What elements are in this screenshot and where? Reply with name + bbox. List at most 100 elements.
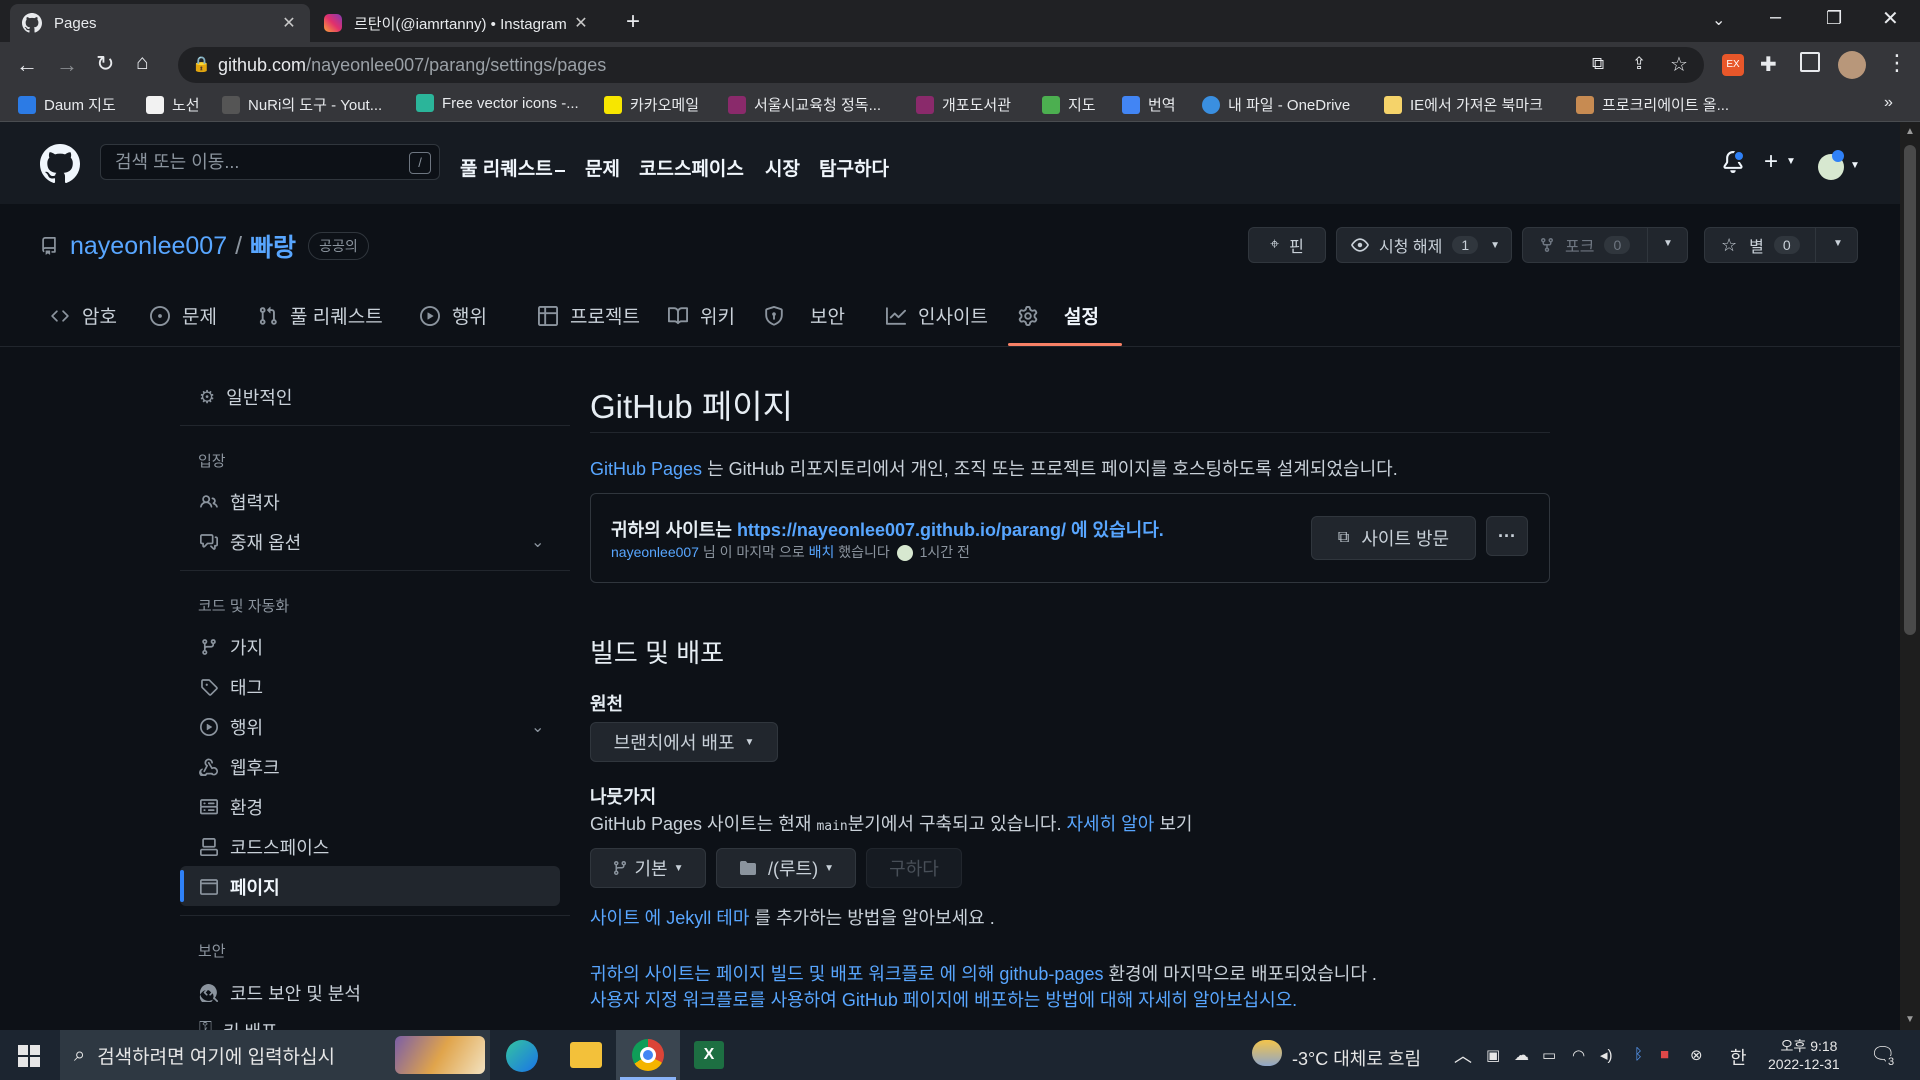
tab-search-chevron-icon[interactable]: ⌄ <box>1712 10 1725 30</box>
nav-explore[interactable]: 탐구하다 <box>819 154 889 181</box>
deploy-link[interactable]: 배치 <box>809 544 835 560</box>
sidebar-item-pages[interactable]: 페이지 <box>199 874 280 900</box>
scroll-up-icon[interactable]: ▲ <box>1905 126 1915 137</box>
tray-chevron-up-icon[interactable]: ︿ <box>1454 1042 1472 1068</box>
file-explorer-icon[interactable] <box>570 1042 602 1068</box>
bookmark-item[interactable]: Free vector icons -... <box>416 94 579 112</box>
sidebar-item-tags[interactable]: 태그 <box>199 674 263 700</box>
repo-owner-link[interactable]: nayeonlee007 <box>70 232 227 261</box>
bookmark-item[interactable]: 지도 <box>1042 94 1096 115</box>
translate-icon[interactable]: ⧉ <box>1592 54 1604 74</box>
create-plus-icon[interactable]: + <box>1764 148 1778 176</box>
sidebar-item-deploy-keys[interactable]: ⚿ 키 배포 <box>199 1018 278 1030</box>
tab-close-icon[interactable]: ✕ <box>280 13 298 33</box>
github-pages-link[interactable]: GitHub Pages <box>590 459 702 479</box>
chevron-down-icon[interactable]: ⌄ <box>531 717 544 737</box>
clock-time[interactable]: 오후 9:18 <box>1774 1036 1844 1056</box>
tab-close-icon[interactable]: ✕ <box>572 13 590 33</box>
nav-pull-requests[interactable]: 풀 리퀘스트 <box>460 154 553 181</box>
tray-meet-icon[interactable]: ▣ <box>1486 1046 1500 1064</box>
fork-button[interactable]: 포크 0 ▼ <box>1522 227 1688 263</box>
bookmark-item[interactable]: 서울시교육청 정독... <box>728 94 881 115</box>
home-icon[interactable]: ⌂ <box>136 51 149 75</box>
bookmark-item[interactable]: 프로크리에이트 올... <box>1576 94 1729 115</box>
browser-tab-instagram[interactable]: 르탄이(@iamrtanny) • Instagram ✕ <box>312 4 602 42</box>
nav-issues[interactable]: 문제 <box>585 154 620 181</box>
custom-workflow-link[interactable]: 사용자 지정 워크플로를 사용하여 GitHub 페이지에 배포하는 방법에 대… <box>590 990 1297 1010</box>
tray-battery-icon[interactable]: ▭ <box>1542 1046 1556 1064</box>
site-url-link[interactable]: https://nayeonlee007.github.io/parang/ <box>737 520 1066 540</box>
tab-settings[interactable]: 설정 <box>1018 302 1099 329</box>
nav-marketplace[interactable]: 시장 <box>765 154 800 181</box>
tray-close-icon[interactable]: ⊗ <box>1690 1046 1703 1064</box>
side-panel-icon[interactable] <box>1800 52 1820 72</box>
save-button[interactable]: 구하다 <box>866 848 962 888</box>
forward-arrow-icon[interactable]: → <box>56 52 78 78</box>
tab-issues[interactable]: 문제 <box>150 302 217 329</box>
weather-text[interactable]: -3°C 대체로 흐림 <box>1292 1045 1421 1071</box>
branch-select-dropdown[interactable]: 기본 ▼ <box>590 848 706 888</box>
windows-start-icon[interactable] <box>18 1045 40 1067</box>
profile-avatar[interactable] <box>1838 51 1866 79</box>
tab-code[interactable]: 암호 <box>50 302 117 329</box>
sidebar-item-environments[interactable]: 환경 <box>199 794 263 820</box>
reload-icon[interactable]: ↻ <box>96 51 114 77</box>
scroll-down-icon[interactable]: ▼ <box>1905 1014 1915 1025</box>
sidebar-item-webhooks[interactable]: 웹후크 <box>199 754 280 780</box>
bookmark-item[interactable]: Daum 지도 <box>18 94 116 115</box>
github-search-input[interactable]: 검색 또는 이동... / <box>100 144 440 180</box>
tray-app-icon[interactable]: ■ <box>1660 1046 1669 1063</box>
nav-codespaces[interactable]: 코드스페이스 <box>639 154 744 181</box>
taskbar-search-input[interactable]: ⌕ 검색하려면 여기에 입력하십시 <box>60 1030 490 1080</box>
browser-tab-pages[interactable]: Pages ✕ <box>10 4 310 42</box>
chevron-down-icon[interactable]: ⌄ <box>531 532 544 552</box>
browser-menu-icon[interactable]: ⋮ <box>1886 50 1908 76</box>
close-window-icon[interactable]: ✕ <box>1882 6 1899 31</box>
clock-date[interactable]: 2022-12-31 <box>1768 1056 1840 1072</box>
bookmark-item[interactable]: 카카오메일 <box>604 94 699 115</box>
tray-wifi-icon[interactable]: ◠ <box>1572 1046 1585 1064</box>
tab-security[interactable]: 보안 <box>764 302 845 329</box>
sidebar-item-code-security[interactable]: 코드 보안 및 분석 <box>199 980 361 1006</box>
tray-cloud-icon[interactable]: ☁ <box>1514 1046 1529 1064</box>
bookmark-item[interactable]: NuRi의 도구 - Yout... <box>222 94 382 115</box>
repo-name-link[interactable]: 빠랑 <box>250 228 296 264</box>
bookmark-item[interactable]: 개포도서관 <box>916 94 1011 115</box>
bookmark-item[interactable]: 내 파일 - OneDrive <box>1202 94 1350 115</box>
sidebar-item-branches[interactable]: 가지 <box>199 634 263 660</box>
bookmark-item[interactable]: 노선 <box>146 94 200 115</box>
watch-button[interactable]: 시청 해제 1 ▼ <box>1336 227 1512 263</box>
learn-more-link[interactable]: 자세히 알아 <box>1067 814 1155 834</box>
workflow-by-link[interactable]: 에 의해 <box>940 964 995 984</box>
tab-wiki[interactable]: 위키 <box>668 302 735 329</box>
tab-pull-requests[interactable]: 풀 리퀘스트 <box>258 302 383 329</box>
workflow-name-link[interactable]: 페이지 빌드 및 배포 워크플로 <box>716 964 935 984</box>
url-input[interactable]: 🔒 github.com/nayeonlee007/parang/setting… <box>178 47 1704 83</box>
create-caret-icon[interactable]: ▼ <box>1786 156 1796 167</box>
github-pages-env-link[interactable]: github-pages <box>999 964 1103 984</box>
share-icon[interactable]: ⇪ <box>1632 54 1646 74</box>
github-logo-icon[interactable] <box>40 144 80 184</box>
tray-bluetooth-icon[interactable]: ᛒ <box>1634 1046 1643 1063</box>
avatar-caret-icon[interactable]: ▼ <box>1850 160 1860 171</box>
new-tab-plus-icon[interactable]: + <box>626 8 640 36</box>
source-dropdown[interactable]: 브랜치에서 배포 ▼ <box>590 722 778 762</box>
extension-icon[interactable]: EX <box>1722 54 1744 76</box>
tab-insights[interactable]: 인사이트 <box>886 302 988 329</box>
sidebar-item-collaborators[interactable]: 협력자 <box>199 489 280 515</box>
deploy-user-link[interactable]: nayeonlee007 <box>611 544 699 560</box>
restore-icon[interactable]: ❐ <box>1826 8 1842 29</box>
scrollbar-thumb[interactable] <box>1904 145 1916 635</box>
edge-icon[interactable] <box>506 1040 538 1072</box>
pin-button[interactable]: ⌖ 핀 <box>1248 227 1326 263</box>
workflow-site-link[interactable]: 귀하의 사이트는 <box>590 964 711 984</box>
excel-icon[interactable]: X <box>694 1041 724 1069</box>
tab-actions[interactable]: 행위 <box>420 302 487 329</box>
tab-projects[interactable]: 프로젝트 <box>538 302 640 329</box>
more-bookmarks-icon[interactable]: » <box>1884 94 1893 112</box>
puzzle-extensions-icon[interactable]: ✚ <box>1760 52 1777 77</box>
sidebar-item-general[interactable]: ⚙ 일반적인 <box>199 384 292 410</box>
bookmark-star-icon[interactable]: ☆ <box>1670 52 1688 77</box>
back-arrow-icon[interactable]: ← <box>16 52 38 78</box>
visit-site-button[interactable]: ⧉ 사이트 방문 <box>1311 516 1476 560</box>
